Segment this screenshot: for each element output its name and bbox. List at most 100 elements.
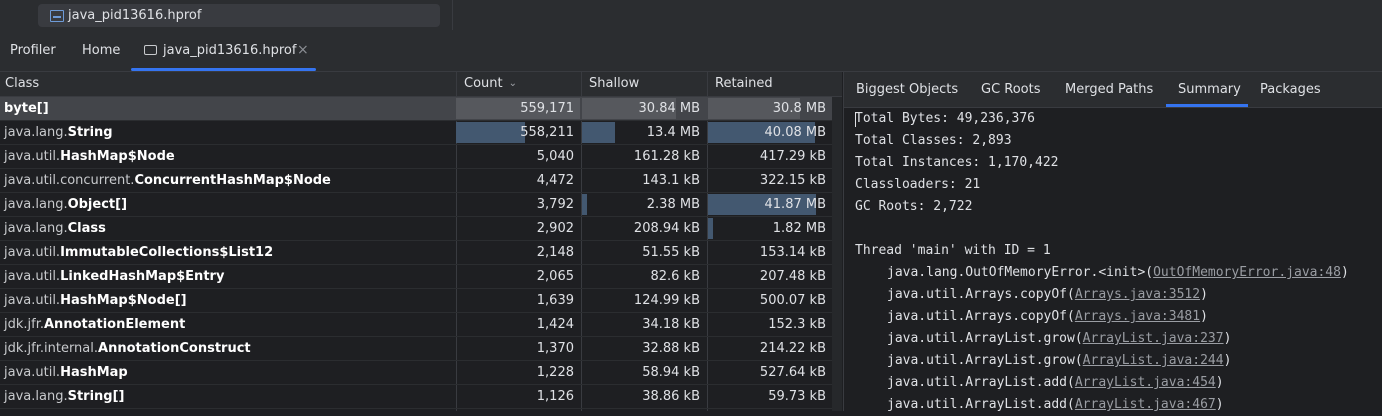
retained-size-cell: 527.64 kB <box>708 362 832 383</box>
count-cell: 1,126 <box>456 386 580 407</box>
table-row[interactable]: java.util.HashMap$Node[] 1,639 124.99 kB 50… <box>0 289 842 313</box>
table-row[interactable]: java.util.concurrent.ConcurrentHashMap$N… <box>0 169 842 193</box>
column-header-retained[interactable]: Retained <box>715 72 773 96</box>
stack-frame: java.util.ArrayList.add(ArrayList.java:4… <box>855 394 1349 416</box>
class-table: Class Count ⌄ Shallow Retained byte[] 559,… <box>0 72 842 411</box>
retained-value: 214.22 kB <box>759 341 826 356</box>
shallow-size-cell: 82.6 kB <box>582 266 706 287</box>
column-header-count[interactable]: Count ⌄ <box>464 72 517 96</box>
column-header-class[interactable]: Class <box>5 72 39 96</box>
count-cell: 558,211 <box>456 122 580 143</box>
shallow-value: 143.1 kB <box>642 173 700 188</box>
retained-value: 527.64 kB <box>759 365 826 380</box>
class-name-cell: java.util.concurrent.ConcurrentHashMap$N… <box>4 169 331 192</box>
details-panel: Biggest Objects GC Roots Merged Paths Su… <box>843 72 1382 412</box>
count-value: 2,065 <box>536 269 574 284</box>
table-row[interactable]: java.lang.Class 2,902 208.94 kB 1.82 MB <box>0 217 842 241</box>
count-value: 1,370 <box>536 341 574 356</box>
source-location-link[interactable]: OutOfMemoryError.java:48 <box>1153 265 1341 280</box>
shallow-value: 58.94 kB <box>642 365 700 380</box>
tab-merged-paths[interactable]: Merged Paths <box>1065 72 1153 107</box>
source-location-link[interactable]: ArrayList.java:237 <box>1083 331 1224 346</box>
retained-value: 500.07 kB <box>759 293 826 308</box>
count-value: 1,126 <box>536 389 574 404</box>
retained-size-cell: 417.29 kB <box>708 146 832 167</box>
table-row[interactable]: java.lang.String 558,211 13.4 MB 40.08 MB <box>0 121 842 145</box>
retained-size-cell: 59.73 kB <box>708 386 832 407</box>
tab-packages[interactable]: Packages <box>1260 72 1321 107</box>
stack-frame-method: java.util.ArrayList.add( <box>887 375 1075 390</box>
class-name-cell: jdk.jfr.internal.AnnotationConstruct <box>4 337 251 360</box>
table-row[interactable]: java.util.ImmutableCollections$List12 2,1… <box>0 241 842 265</box>
count-value: 1,639 <box>536 293 574 308</box>
table-row[interactable]: java.lang.String[] 1,126 38.86 kB 59.73 kB <box>0 385 842 409</box>
table-header: Class Count ⌄ Shallow Retained <box>0 72 842 97</box>
source-location-link[interactable]: ArrayList.java:244 <box>1083 353 1224 368</box>
retained-size-cell: 207.48 kB <box>708 266 832 287</box>
shallow-value: 2.38 MB <box>646 197 700 212</box>
class-simple-name: Class <box>67 221 106 236</box>
open-file-name: java_pid13616.hprof <box>68 8 202 23</box>
source-location-link[interactable]: Arrays.java:3512 <box>1075 287 1200 302</box>
summary-text[interactable]: Total Bytes: 49,236,376 Total Classes: 2… <box>855 108 1349 416</box>
stack-frame: java.util.ArrayList.grow(ArrayList.java:… <box>855 350 1349 372</box>
count-value: 4,472 <box>536 173 574 188</box>
class-simple-name: LinkedHashMap$Entry <box>60 269 225 284</box>
retained-size-cell: 40.08 MB <box>708 122 832 143</box>
tab-biggest-objects[interactable]: Biggest Objects <box>856 72 958 107</box>
class-simple-name: Object[] <box>67 197 128 212</box>
class-package: java.util. <box>4 149 61 164</box>
stack-frame-method: java.util.Arrays.copyOf( <box>887 287 1075 302</box>
count-cell: 1,639 <box>456 290 580 311</box>
retained-value: 207.48 kB <box>759 269 826 284</box>
vertical-scrollbar[interactable] <box>832 97 842 411</box>
retained-size-cell: 30.8 MB <box>708 98 832 119</box>
tab-hprof-file[interactable]: java_pid13616.hprof × <box>131 30 316 71</box>
table-row[interactable]: java.util.HashMap$Node 5,040 161.28 kB 417.… <box>0 145 842 169</box>
retained-value: 40.08 MB <box>764 125 826 140</box>
retained-value: 152.3 kB <box>768 317 826 332</box>
stack-trace: java.lang.OutOfMemoryError.<init>(OutOfM… <box>855 262 1349 416</box>
shallow-value: 208.94 kB <box>633 221 700 236</box>
column-header-shallow[interactable]: Shallow <box>589 72 639 96</box>
count-value: 1,228 <box>536 365 574 380</box>
class-simple-name: HashMap$Node <box>60 149 175 164</box>
shallow-value: 124.99 kB <box>633 293 700 308</box>
table-row[interactable]: byte[] 559,171 30.84 MB 30.8 MB <box>0 97 842 121</box>
source-location-link[interactable]: Arrays.java:3481 <box>1075 309 1200 324</box>
count-cell: 2,902 <box>456 218 580 239</box>
shallow-value: 13.4 MB <box>646 125 700 140</box>
sort-descending-icon: ⌄ <box>508 78 517 89</box>
close-icon[interactable]: × <box>297 30 309 71</box>
stack-frame-close-paren: ) <box>1215 397 1224 412</box>
details-tab-bar: Biggest Objects GC Roots Merged Paths Su… <box>844 72 1382 108</box>
open-file-pill[interactable]: java_pid13616.hprof <box>38 4 440 27</box>
source-location-link[interactable]: ArrayList.java:467 <box>1075 397 1216 412</box>
tab-gc-roots[interactable]: GC Roots <box>981 72 1041 107</box>
source-location-link[interactable]: ArrayList.java:454 <box>1075 375 1216 390</box>
count-cell: 559,171 <box>456 98 580 119</box>
active-tab-indicator <box>131 68 316 71</box>
tab-hprof-file-label: java_pid13616.hprof <box>163 43 297 58</box>
retained-proportion-bar <box>708 218 713 239</box>
count-proportion-bar <box>456 122 525 143</box>
top-file-bar: java_pid13616.hprof <box>0 0 1382 31</box>
table-row[interactable]: java.lang.Object[] 3,792 2.38 MB 41.87 MB <box>0 193 842 217</box>
count-value: 5,040 <box>536 149 574 164</box>
stack-frame: java.util.ArrayList.add(ArrayList.java:4… <box>855 372 1349 394</box>
retained-value: 30.8 MB <box>772 101 826 116</box>
class-simple-name: ImmutableCollections$List12 <box>60 245 274 260</box>
tab-summary[interactable]: Summary <box>1178 72 1241 107</box>
stack-frame-close-paren: ) <box>1223 331 1232 346</box>
retained-value: 59.73 kB <box>768 389 826 404</box>
count-value: 2,148 <box>536 245 574 260</box>
class-simple-name: byte[] <box>4 101 49 116</box>
tab-home[interactable]: Home <box>82 30 120 71</box>
table-row[interactable]: jdk.jfr.internal.AnnotationConstruct 1,37… <box>0 337 842 361</box>
table-row[interactable]: java.util.LinkedHashMap$Entry 2,065 82.6 k… <box>0 265 842 289</box>
table-row[interactable]: jdk.jfr.AnnotationElement 1,424 34.18 kB 15… <box>0 313 842 337</box>
class-name-cell: java.util.HashMap <box>4 361 128 384</box>
count-cell: 3,792 <box>456 194 580 215</box>
table-row[interactable]: java.util.HashMap 1,228 58.94 kB 527.64 kB <box>0 361 842 385</box>
